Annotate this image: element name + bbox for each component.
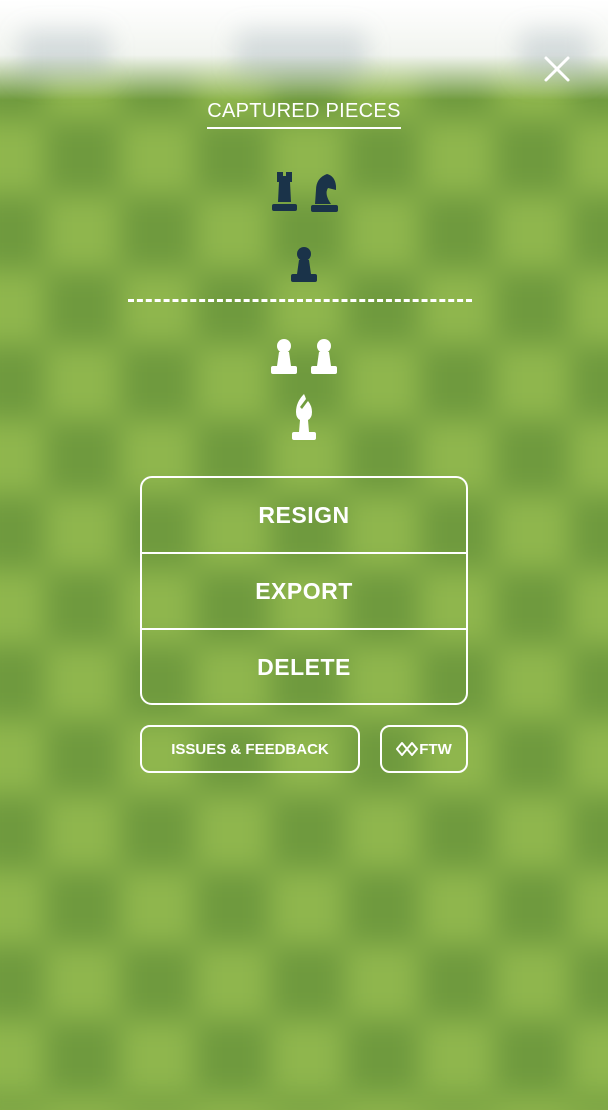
ftw-logo-icon bbox=[396, 742, 419, 756]
bishop-white-icon bbox=[292, 394, 316, 440]
pawn-white-icon bbox=[311, 339, 337, 374]
captured-divider bbox=[128, 299, 472, 302]
knight-black-icon bbox=[311, 174, 338, 212]
blurred-top-item bbox=[236, 30, 366, 80]
game-actions-menu: RESIGN EXPORT DELETE bbox=[140, 476, 468, 705]
delete-button[interactable]: DELETE bbox=[142, 628, 466, 703]
issues-feedback-button[interactable]: ISSUES & FEEDBACK bbox=[140, 725, 360, 773]
ftw-label: FTW bbox=[419, 740, 452, 758]
page-title-text: CAPTURED PIECES bbox=[207, 100, 401, 129]
issues-feedback-label: ISSUES & FEEDBACK bbox=[171, 740, 329, 758]
close-icon bbox=[544, 56, 570, 82]
blurred-top-item bbox=[20, 30, 110, 80]
close-button[interactable] bbox=[538, 50, 576, 88]
resign-button[interactable]: RESIGN bbox=[142, 478, 466, 552]
page-title: CAPTURED PIECES bbox=[0, 100, 608, 129]
pawn-black-icon bbox=[291, 247, 317, 282]
captured-black-row bbox=[0, 168, 608, 216]
captured-white-row bbox=[0, 336, 608, 376]
ftw-button[interactable]: FTW bbox=[380, 725, 468, 773]
captured-white-row bbox=[0, 392, 608, 442]
rook-black-icon bbox=[272, 172, 297, 211]
export-button[interactable]: EXPORT bbox=[142, 552, 466, 628]
pawn-white-icon bbox=[271, 339, 297, 374]
captured-black-row bbox=[0, 244, 608, 284]
